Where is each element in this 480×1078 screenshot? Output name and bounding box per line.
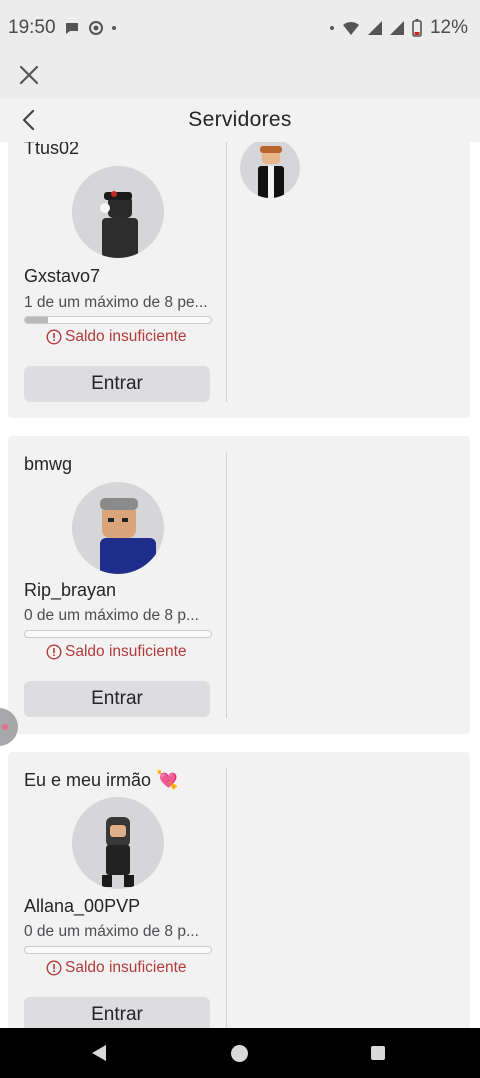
join-button[interactable]: Entrar	[24, 997, 210, 1028]
column-divider	[226, 142, 227, 402]
server-card: bmwg Rip_brayan 0 de um máximo de 8 p...…	[8, 436, 470, 734]
alert-circle-icon	[46, 329, 62, 345]
battery-icon	[412, 19, 422, 37]
insufficient-balance-warning: Saldo insuficiente	[46, 328, 187, 346]
nav-home-icon[interactable]	[231, 1045, 248, 1062]
player-name[interactable]: Rip_brayan	[24, 580, 116, 601]
page-title: Servidores	[188, 108, 292, 131]
insufficient-balance-warning: Saldo insuficiente	[46, 959, 187, 977]
server-name: Eu e meu irmão 💘	[24, 770, 179, 790]
battery-percent: 12%	[429, 17, 468, 38]
avatar-figure	[100, 498, 156, 574]
notification-dot	[111, 26, 116, 30]
insufficient-balance-warning: Saldo insuficiente	[46, 643, 187, 661]
signal-icon	[367, 21, 382, 35]
column-divider	[226, 768, 227, 1028]
capacity-text: 0 de um máximo de 8 p...	[24, 923, 199, 940]
server-list[interactable]: Ttus02 Gxstavo7 1 de um máximo de 8 pe..…	[0, 142, 480, 1028]
player-name[interactable]: Gxstavo7	[24, 266, 100, 287]
system-nav-bar	[0, 1028, 480, 1078]
capacity-text: 0 de um máximo de 8 p...	[24, 607, 199, 624]
close-icon[interactable]	[18, 64, 40, 86]
status-bar: 19:50 12%	[0, 0, 480, 56]
message-icon	[65, 23, 78, 34]
capacity-bar	[24, 630, 212, 638]
back-arrow-icon[interactable]	[18, 108, 40, 132]
capacity-text: 1 de um máximo de 8 pe...	[24, 294, 208, 311]
avatar-figure	[102, 817, 134, 887]
join-button[interactable]: Entrar	[24, 681, 210, 717]
warning-text: Saldo insuficiente	[65, 959, 187, 976]
server-card: Ttus02 Gxstavo7 1 de um máximo de 8 pe..…	[8, 142, 470, 418]
status-time: 19:50	[8, 17, 56, 38]
server-card: Eu e meu irmão 💘 Allana_00PVP 0 de um má…	[8, 752, 470, 1028]
warning-text: Saldo insuficiente	[65, 328, 187, 345]
avatar-figure	[100, 191, 138, 258]
avatar[interactable]	[72, 797, 164, 889]
avatar[interactable]	[72, 482, 164, 574]
capacity-bar-fill	[25, 317, 49, 323]
player-name[interactable]: Allana_00PVP	[24, 896, 140, 917]
alert-circle-icon	[46, 644, 62, 660]
capacity-bar	[24, 946, 212, 954]
server-name: Ttus02	[24, 142, 80, 158]
server-name: bmwg	[24, 454, 73, 474]
nav-back-icon[interactable]	[91, 1044, 107, 1062]
column-divider	[226, 452, 227, 718]
signal-icon	[389, 21, 404, 35]
alert-circle-icon	[46, 960, 62, 976]
notification-dot	[329, 26, 334, 30]
webview-close-bar	[0, 56, 480, 98]
nav-recents-icon[interactable]	[371, 1046, 385, 1060]
avatar[interactable]	[72, 166, 164, 258]
capacity-bar	[24, 316, 212, 324]
avatar[interactable]	[240, 142, 300, 198]
wifi-icon	[342, 21, 359, 35]
avatar-figure	[258, 146, 284, 198]
join-button[interactable]: Entrar	[24, 366, 210, 402]
warning-text: Saldo insuficiente	[65, 643, 187, 660]
page-header: Servidores	[0, 98, 480, 142]
record-icon	[88, 21, 103, 35]
